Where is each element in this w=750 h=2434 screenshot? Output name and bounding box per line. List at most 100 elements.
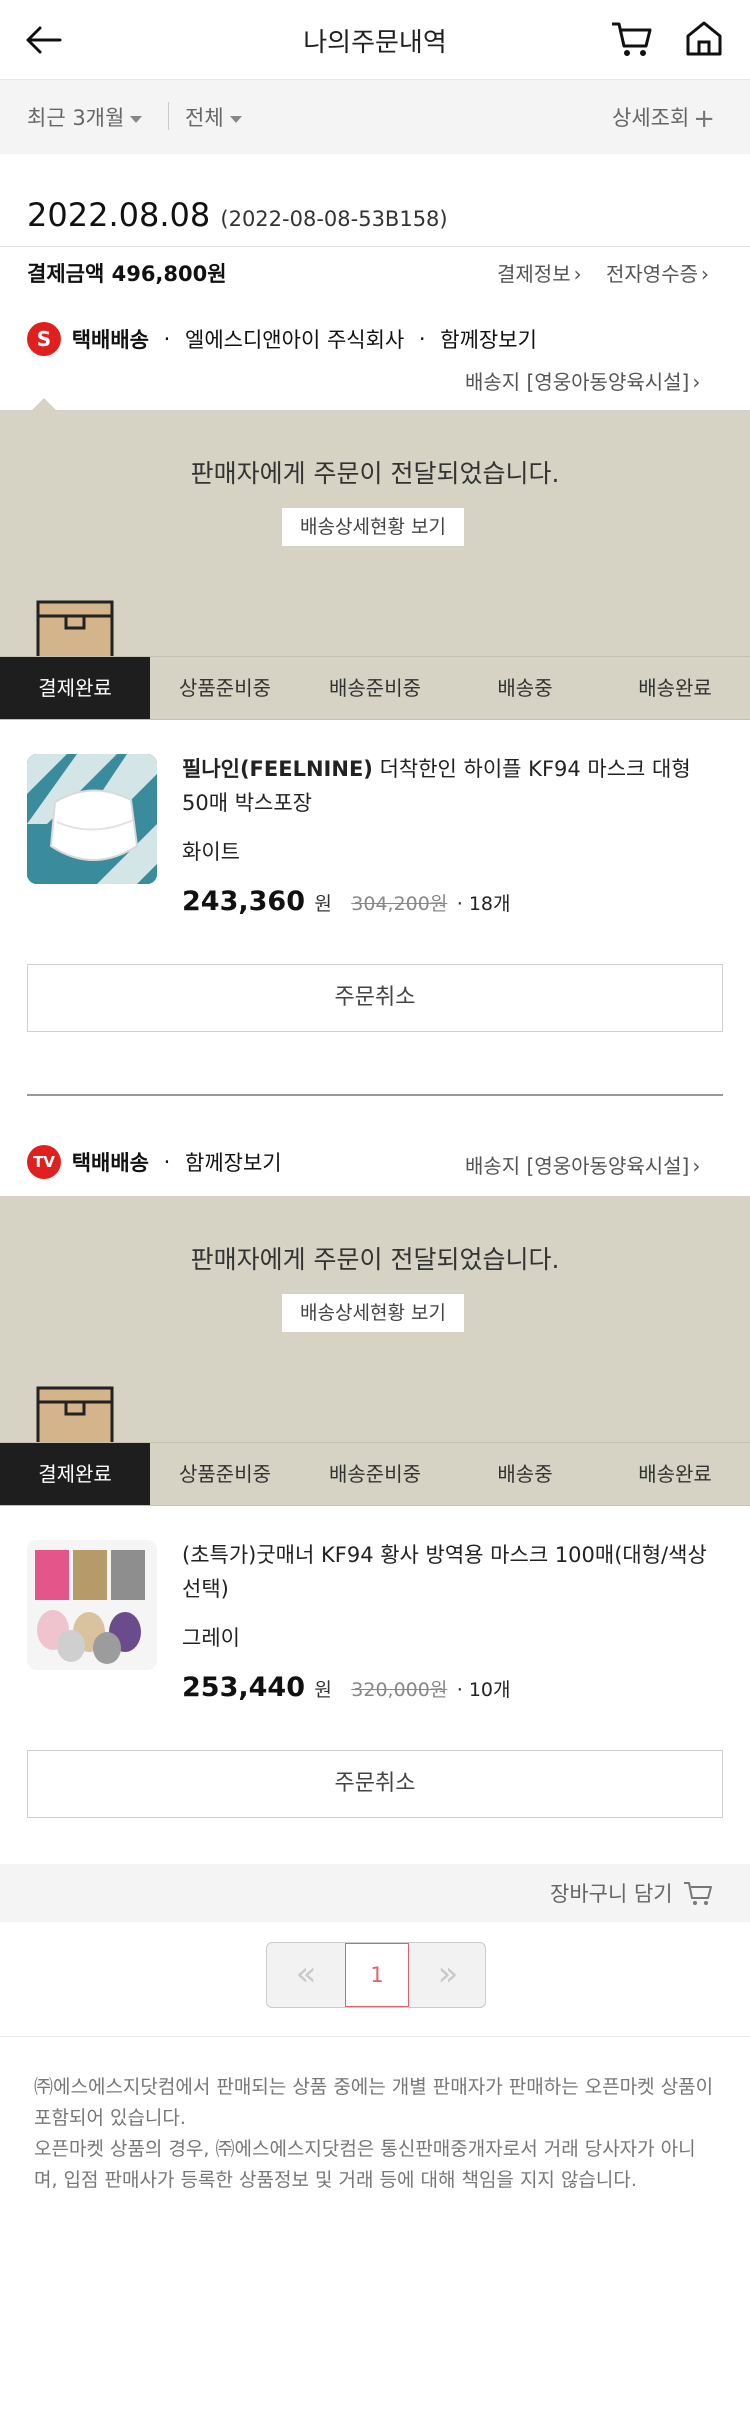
step-preparing-shipping: 배송준비중 [329, 1462, 421, 1486]
payment-info-link[interactable]: 결제정보 › [497, 258, 582, 287]
cart-bar: 장바구니 담기 [0, 1864, 750, 1922]
seller-name[interactable]: 엘에스디앤아이 주식회사 [185, 328, 404, 352]
divider [168, 102, 169, 130]
divider [0, 246, 750, 247]
add-to-cart-label: 장바구니 담기 [550, 1882, 673, 1906]
chevron-down-icon [229, 115, 242, 123]
notice-line: 오픈마켓 상품의 경우, ㈜에스에스지닷컴은 통신판매중개자로서 거래 당사자가… [34, 2138, 696, 2191]
chevron-right-icon: › [701, 262, 709, 286]
original-price: 304,200원 [351, 893, 448, 915]
together-shop-link[interactable]: 함께장보기 [185, 1151, 282, 1175]
tracking-detail-button[interactable]: 배송상세현황 보기 [282, 508, 464, 546]
original-price: 320,000원 [351, 1679, 448, 1701]
shipping-address-link[interactable]: 배송지 [영웅아동양육시설] › [465, 1150, 700, 1179]
cart-icon [684, 1882, 713, 1905]
box-icon [36, 1386, 114, 1446]
chevron-right-icon: › [692, 370, 701, 394]
prev-page-button[interactable]: « [267, 1943, 345, 2007]
product-option: 화이트 [182, 840, 240, 864]
cart-icon[interactable] [610, 20, 654, 60]
chevron-right-icon: › [573, 262, 582, 286]
top-header: 나의주문내역 [0, 0, 750, 80]
legal-notice: ㈜에스에스지닷컴에서 판매되는 상품 중에는 개별 판매자가 판매하는 오픈마켓… [34, 2072, 714, 2196]
product-option: 그레이 [182, 1626, 240, 1650]
order-date-text: 2022.08.08 [27, 196, 211, 234]
product-image[interactable] [27, 1540, 157, 1670]
order-status-panel: 판매자에게 주문이 전달되었습니다. 배송상세현황 보기 [0, 1196, 750, 1446]
pointer-arrow [32, 398, 56, 410]
tracking-detail-button[interactable]: 배송상세현황 보기 [282, 1294, 464, 1332]
currency-unit: 원 [314, 1679, 332, 1701]
shipping-address: 배송지 [영웅아동양육시설] [465, 370, 690, 394]
payment-info-label: 결제정보 [497, 262, 571, 286]
plus-icon: + [693, 104, 716, 134]
product-price: 253,440 원 320,000원 · 10개 [182, 1672, 511, 1703]
shipping-address: 배송지 [영웅아동양육시설] [465, 1154, 690, 1178]
pagination: « 1 » [266, 1942, 486, 2008]
shipment-header: S 택배배송 · 엘에스디앤아이 주식회사 · 함께장보기 [27, 322, 537, 356]
product-name[interactable]: (초특가)굿매너 KF94 황사 방역용 마스크 100매(대형/색상선택) [182, 1538, 722, 1606]
product-price: 243,360 원 304,200원 · 18개 [182, 886, 511, 917]
step-paid: 결제완료 [0, 1443, 150, 1505]
status-select[interactable]: 전체 [185, 102, 242, 132]
quantity: · 10개 [456, 1679, 511, 1701]
payment-label: 결제금액 [27, 262, 105, 286]
detail-search-label: 상세조회 [612, 106, 690, 130]
status-message: 판매자에게 주문이 전달되었습니다. [190, 459, 560, 488]
tv-badge-icon: TV [27, 1145, 61, 1179]
step-delivered: 배송완료 [638, 1462, 712, 1486]
separator-dot: · [163, 1150, 171, 1174]
box-icon [36, 600, 114, 660]
order-status-panel: 판매자에게 주문이 전달되었습니다. 배송상세현황 보기 [0, 398, 750, 660]
status-message: 판매자에게 주문이 전달되었습니다. [190, 1245, 560, 1274]
sale-price: 243,360 [182, 886, 305, 917]
status-select-label: 전체 [185, 106, 224, 130]
shipment-header: TV 택배배송 · 함께장보기 [27, 1145, 282, 1179]
order-date: 2022.08.08 (2022-08-08-53B158) [27, 196, 448, 234]
progress-steps: 결제완료 상품준비중 배송준비중 배송중 배송완료 [0, 1442, 750, 1506]
detail-search-button[interactable]: 상세조회 + [612, 102, 715, 134]
product-brand: 필나인(FEELNINE) [182, 757, 373, 781]
receipt-link[interactable]: 전자영수증 › [606, 258, 709, 287]
shipping-address-link[interactable]: 배송지 [영웅아동양육시설] › [465, 366, 700, 395]
product-image[interactable] [27, 754, 157, 884]
chevron-down-icon [130, 115, 143, 123]
separator-dot: · [163, 327, 171, 351]
ssg-badge-icon: S [27, 322, 61, 356]
filter-bar: 최근 3개월 전체 상세조회 + [0, 80, 750, 154]
cancel-order-button[interactable]: 주문취소 [27, 964, 723, 1032]
cancel-order-button[interactable]: 주문취소 [27, 1750, 723, 1818]
payment-amount: 결제금액 496,800원 [27, 258, 227, 288]
progress-steps: 결제완료 상품준비중 배송준비중 배송중 배송완료 [0, 656, 750, 720]
order-number: (2022-08-08-53B158) [220, 207, 448, 231]
period-select[interactable]: 최근 3개월 [27, 102, 143, 132]
step-delivered: 배송완료 [638, 676, 712, 700]
together-shop-link[interactable]: 함께장보기 [440, 328, 537, 352]
step-shipping: 배송중 [497, 1462, 553, 1486]
home-icon[interactable] [684, 18, 724, 58]
add-to-cart-button[interactable]: 장바구니 담기 [550, 1878, 713, 1908]
currency-unit: 원 [314, 893, 332, 915]
quantity: · 18개 [456, 893, 511, 915]
period-select-label: 최근 3개월 [27, 106, 125, 130]
step-preparing-product: 상품준비중 [179, 676, 271, 700]
sale-price: 253,440 [182, 1672, 305, 1703]
receipt-label: 전자영수증 [606, 262, 698, 286]
product-name[interactable]: 필나인(FEELNINE) 더착한인 하이플 KF94 마스크 대형 50매 박… [182, 752, 722, 820]
step-preparing-shipping: 배송준비중 [329, 676, 421, 700]
section-divider [27, 1094, 723, 1096]
shipping-type: 택배배송 [71, 1151, 149, 1175]
step-preparing-product: 상품준비중 [179, 1462, 271, 1486]
quantity-value: 10개 [468, 1679, 511, 1701]
current-page[interactable]: 1 [345, 1943, 409, 2007]
divider [0, 2036, 750, 2037]
step-paid: 결제완료 [0, 657, 150, 719]
shipping-type: 택배배송 [71, 328, 149, 352]
next-page-button[interactable]: » [409, 1943, 487, 2007]
notice-line: ㈜에스에스지닷컴에서 판매되는 상품 중에는 개별 판매자가 판매하는 오픈마켓… [34, 2076, 714, 2129]
quantity-value: 18개 [468, 893, 511, 915]
step-shipping: 배송중 [497, 676, 553, 700]
separator-dot: · [418, 327, 426, 351]
payment-value: 496,800원 [111, 262, 227, 286]
chevron-right-icon: › [692, 1154, 701, 1178]
